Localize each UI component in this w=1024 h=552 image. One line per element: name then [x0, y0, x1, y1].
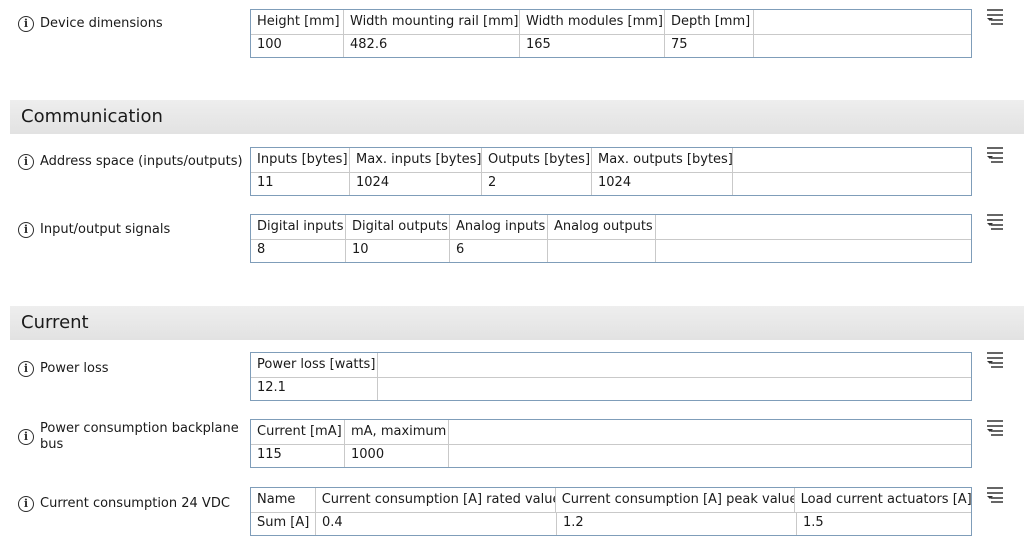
column-header[interactable]: Digital inputs: [251, 215, 346, 239]
column-header[interactable]: Analog outputs: [548, 215, 656, 239]
info-icon[interactable]: i: [18, 429, 34, 445]
empty-cell: [733, 173, 971, 195]
column-header[interactable]: Load current actuators [A]: [795, 488, 971, 512]
table-cell: 75: [665, 35, 754, 57]
column-header[interactable]: Width modules [mm]: [520, 10, 665, 34]
column-header[interactable]: Width mounting rail [mm]: [344, 10, 520, 34]
table-header-row: Power loss [watts]: [251, 353, 971, 378]
section-communication: Communication: [10, 100, 1024, 134]
column-header[interactable]: Digital outputs: [346, 215, 450, 239]
column-header[interactable]: Current [mA]: [251, 420, 345, 444]
table-header-row: Name Current consumption [A] rated value…: [251, 488, 971, 513]
empty-cell: [378, 378, 971, 400]
table-row: 12.1: [251, 378, 971, 400]
column-header[interactable]: Current consumption [A] rated value: [316, 488, 556, 512]
filter-list-icon[interactable]: [985, 351, 1005, 369]
table-cell: 115: [251, 445, 345, 467]
table-cell: 8: [251, 240, 346, 262]
io-signals-table: Digital inputs Digital outputs Analog in…: [250, 214, 972, 263]
table-header-row: Inputs [bytes] Max. inputs [bytes] Outpu…: [251, 148, 971, 173]
table-cell: 165: [520, 35, 665, 57]
filter-list-icon[interactable]: [985, 146, 1005, 164]
filter-list-icon[interactable]: [985, 486, 1005, 504]
table-cell: 100: [251, 35, 344, 57]
backplane-bus-label: i Power consumption backplane bus: [18, 421, 243, 453]
empty-cell: [733, 148, 971, 172]
info-icon[interactable]: i: [18, 16, 34, 32]
table-cell: 1024: [350, 173, 482, 195]
table-cell: 11: [251, 173, 350, 195]
table-row: 11 1024 2 1024: [251, 173, 971, 195]
power-loss-label: i Power loss: [18, 361, 243, 377]
table-cell: 10: [346, 240, 450, 262]
device-dimensions-table: Height [mm] Width mounting rail [mm] Wid…: [250, 9, 972, 58]
table-row: Sum [A] 0.4 1.2 1.5: [251, 513, 971, 535]
filter-list-icon[interactable]: [985, 213, 1005, 231]
column-header[interactable]: Depth [mm]: [665, 10, 754, 34]
column-header[interactable]: Outputs [bytes]: [482, 148, 592, 172]
table-cell: 0.4: [316, 513, 557, 535]
table-cell: 1024: [592, 173, 733, 195]
table-cell: Sum [A]: [251, 513, 316, 535]
filter-list-icon[interactable]: [985, 8, 1005, 26]
table-row: 115 1000: [251, 445, 971, 467]
backplane-bus-table: Current [mA] mA, maximum 115 1000: [250, 419, 972, 468]
address-space-label: i Address space (inputs/outputs): [18, 154, 243, 170]
table-cell: 482.6: [344, 35, 520, 57]
column-header[interactable]: Current consumption [A] peak value: [556, 488, 795, 512]
column-header[interactable]: Name: [251, 488, 316, 512]
info-icon[interactable]: i: [18, 496, 34, 512]
table-cell: 1.2: [557, 513, 797, 535]
section-title: Communication: [21, 106, 163, 127]
empty-cell: [449, 445, 971, 467]
power-loss-table: Power loss [watts] 12.1: [250, 352, 972, 401]
section-current: Current: [10, 306, 1024, 340]
table-cell: 1000: [345, 445, 449, 467]
current-24vdc-label: i Current consumption 24 VDC: [18, 496, 243, 512]
current-24vdc-table: Name Current consumption [A] rated value…: [250, 487, 972, 536]
filter-list-icon[interactable]: [985, 419, 1005, 437]
section-title: Current: [21, 312, 89, 333]
info-icon[interactable]: i: [18, 361, 34, 377]
table-row: 100 482.6 165 75: [251, 35, 971, 57]
column-header[interactable]: Max. inputs [bytes]: [350, 148, 482, 172]
address-space-table: Inputs [bytes] Max. inputs [bytes] Outpu…: [250, 147, 972, 196]
column-header[interactable]: Max. outputs [bytes]: [592, 148, 733, 172]
column-header[interactable]: Power loss [watts]: [251, 353, 378, 377]
table-header-row: Digital inputs Digital outputs Analog in…: [251, 215, 971, 240]
empty-cell: [754, 35, 971, 57]
device-dimensions-label: i Device dimensions: [18, 16, 243, 32]
table-cell: 12.1: [251, 378, 378, 400]
empty-cell: [449, 420, 971, 444]
table-cell: 2: [482, 173, 592, 195]
table-cell: 1.5: [803, 515, 824, 530]
info-icon[interactable]: i: [18, 154, 34, 170]
table-cell: [548, 240, 656, 262]
column-header[interactable]: Height [mm]: [251, 10, 344, 34]
table-cell: 6: [450, 240, 548, 262]
empty-cell: [754, 10, 971, 34]
empty-cell: [378, 353, 971, 377]
table-row: 8 10 6: [251, 240, 971, 262]
empty-cell: [656, 215, 971, 239]
column-header[interactable]: Analog inputs: [450, 215, 548, 239]
table-header-row: Current [mA] mA, maximum: [251, 420, 971, 445]
io-signals-label: i Input/output signals: [18, 222, 243, 238]
column-header[interactable]: Inputs [bytes]: [251, 148, 350, 172]
column-header[interactable]: mA, maximum: [345, 420, 449, 444]
table-header-row: Height [mm] Width mounting rail [mm] Wid…: [251, 10, 971, 35]
info-icon[interactable]: i: [18, 222, 34, 238]
empty-cell: [656, 240, 971, 262]
